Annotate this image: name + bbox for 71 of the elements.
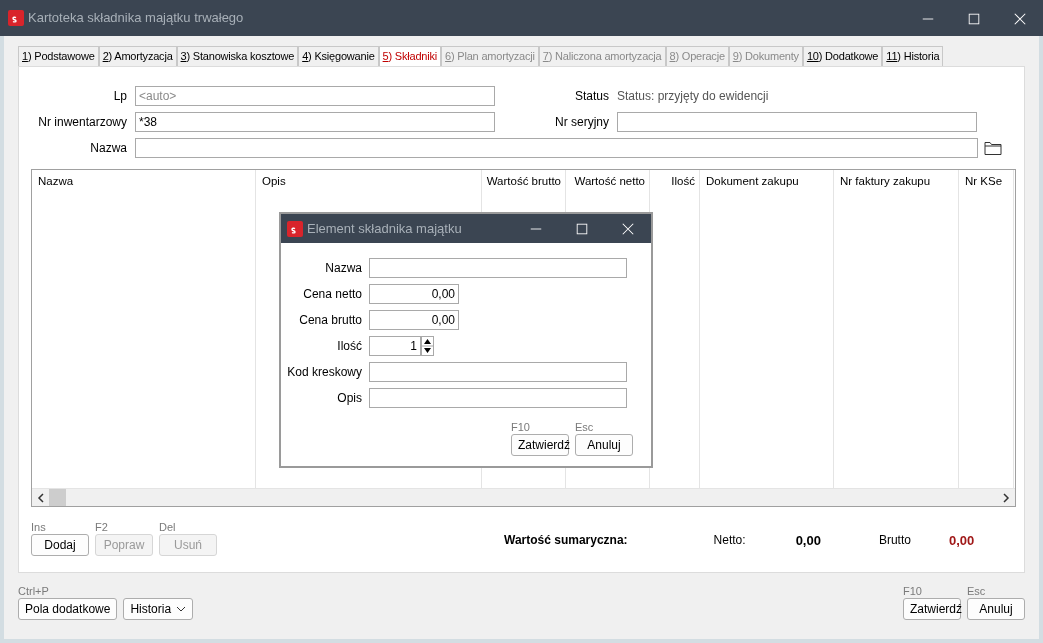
caret-icon (176, 606, 187, 612)
input-field[interactable]: 0,00 (369, 310, 459, 330)
status-text: Status: przyjęty do ewidencji (617, 88, 769, 105)
column-header: Dokument zakupu (706, 175, 799, 187)
tab[interactable]: 5) Składniki (378, 46, 442, 66)
tab[interactable]: 1) Podstawowe (18, 46, 99, 66)
column-header: Nr KSe (965, 175, 1003, 187)
field-label: Kod kreskowy (286, 364, 363, 381)
tab[interactable]: 3) Stanowiska kosztowe (176, 46, 299, 66)
confirm-button[interactable]: Zatwierdź (903, 598, 961, 620)
history-dropdown[interactable]: Historia (123, 598, 194, 620)
scroll-right-icon[interactable] (1000, 491, 1012, 504)
shortcut-label: Ins (31, 521, 47, 534)
net-value: 0,00 (795, 531, 821, 550)
window-title: Kartoteka składnika majątku trwałego (28, 9, 244, 28)
field-label: Nazwa (89, 140, 128, 157)
input-field[interactable] (369, 258, 627, 278)
tab[interactable]: 4) Księgowanie (298, 46, 379, 66)
summary-label: Wartość sumaryczna: (504, 532, 628, 550)
shortcut-label: F10 (903, 585, 923, 598)
shortcut-label: F10 (511, 421, 531, 434)
net-label: Netto: (713, 532, 746, 550)
gross-value: 0,00 (948, 531, 975, 550)
tab[interactable]: 10) Dodatkowe (802, 46, 883, 66)
shortcut-label: F2 (95, 521, 109, 534)
input-field[interactable] (617, 112, 977, 132)
grid-button[interactable]: Dodaj (31, 534, 89, 556)
field-label: Ilość (336, 338, 363, 355)
maximize-icon[interactable] (575, 222, 589, 237)
column-header: Ilość (671, 175, 695, 187)
spinner-arrows-icon[interactable] (421, 336, 434, 356)
field-label: Cena brutto (298, 312, 363, 329)
column-header: Nazwa (38, 175, 74, 187)
column-header: Wartość brutto (486, 175, 561, 187)
column-header: Nr faktury zakupu (840, 175, 931, 187)
app-logo-icon (287, 220, 303, 237)
column-header: Opis (262, 175, 286, 187)
input-field[interactable]: <auto> (135, 86, 495, 106)
input-field[interactable]: *38 (135, 112, 495, 132)
close-icon[interactable] (1013, 11, 1027, 26)
confirm-button[interactable]: Zatwierdź (511, 434, 569, 456)
field-label: Lp (112, 88, 128, 105)
folder-icon[interactable] (984, 141, 1002, 155)
input-field[interactable] (369, 388, 627, 408)
shortcut-label: Esc (575, 421, 595, 434)
field-label: Status (573, 88, 610, 105)
input-field[interactable]: 0,00 (369, 284, 459, 304)
shortcut-label: Del (159, 521, 177, 534)
gross-label: Brutto (878, 532, 911, 550)
column-header: Wartość netto (574, 175, 645, 187)
maximize-icon[interactable] (967, 11, 981, 26)
input-field[interactable] (369, 362, 627, 382)
extra-fields-button[interactable]: Pola dodatkowe (18, 598, 118, 620)
cancel-button[interactable]: Anuluj (575, 434, 633, 456)
cancel-button[interactable]: Anuluj (967, 598, 1025, 620)
field-label: Nr inwentarzowy (37, 114, 128, 131)
input-field[interactable] (135, 138, 978, 158)
scroll-left-icon[interactable] (35, 491, 47, 504)
field-label: Nazwa (324, 260, 363, 277)
input-field[interactable]: 1 (369, 336, 421, 356)
tab[interactable]: 11) Historia (882, 46, 944, 66)
tab[interactable]: 2) Amortyzacja (98, 46, 177, 66)
app-logo-icon (8, 10, 24, 26)
scrollbar-thumb[interactable] (49, 489, 66, 506)
shortcut-label: Esc (967, 585, 987, 598)
close-icon[interactable] (621, 222, 635, 237)
field-label: Nr seryjny (554, 114, 610, 131)
shortcut-label: Ctrl+P (18, 585, 50, 598)
field-label: Opis (336, 390, 363, 407)
dialog-title: Element składnika majątku (307, 219, 462, 238)
field-label: Cena netto (302, 286, 363, 303)
